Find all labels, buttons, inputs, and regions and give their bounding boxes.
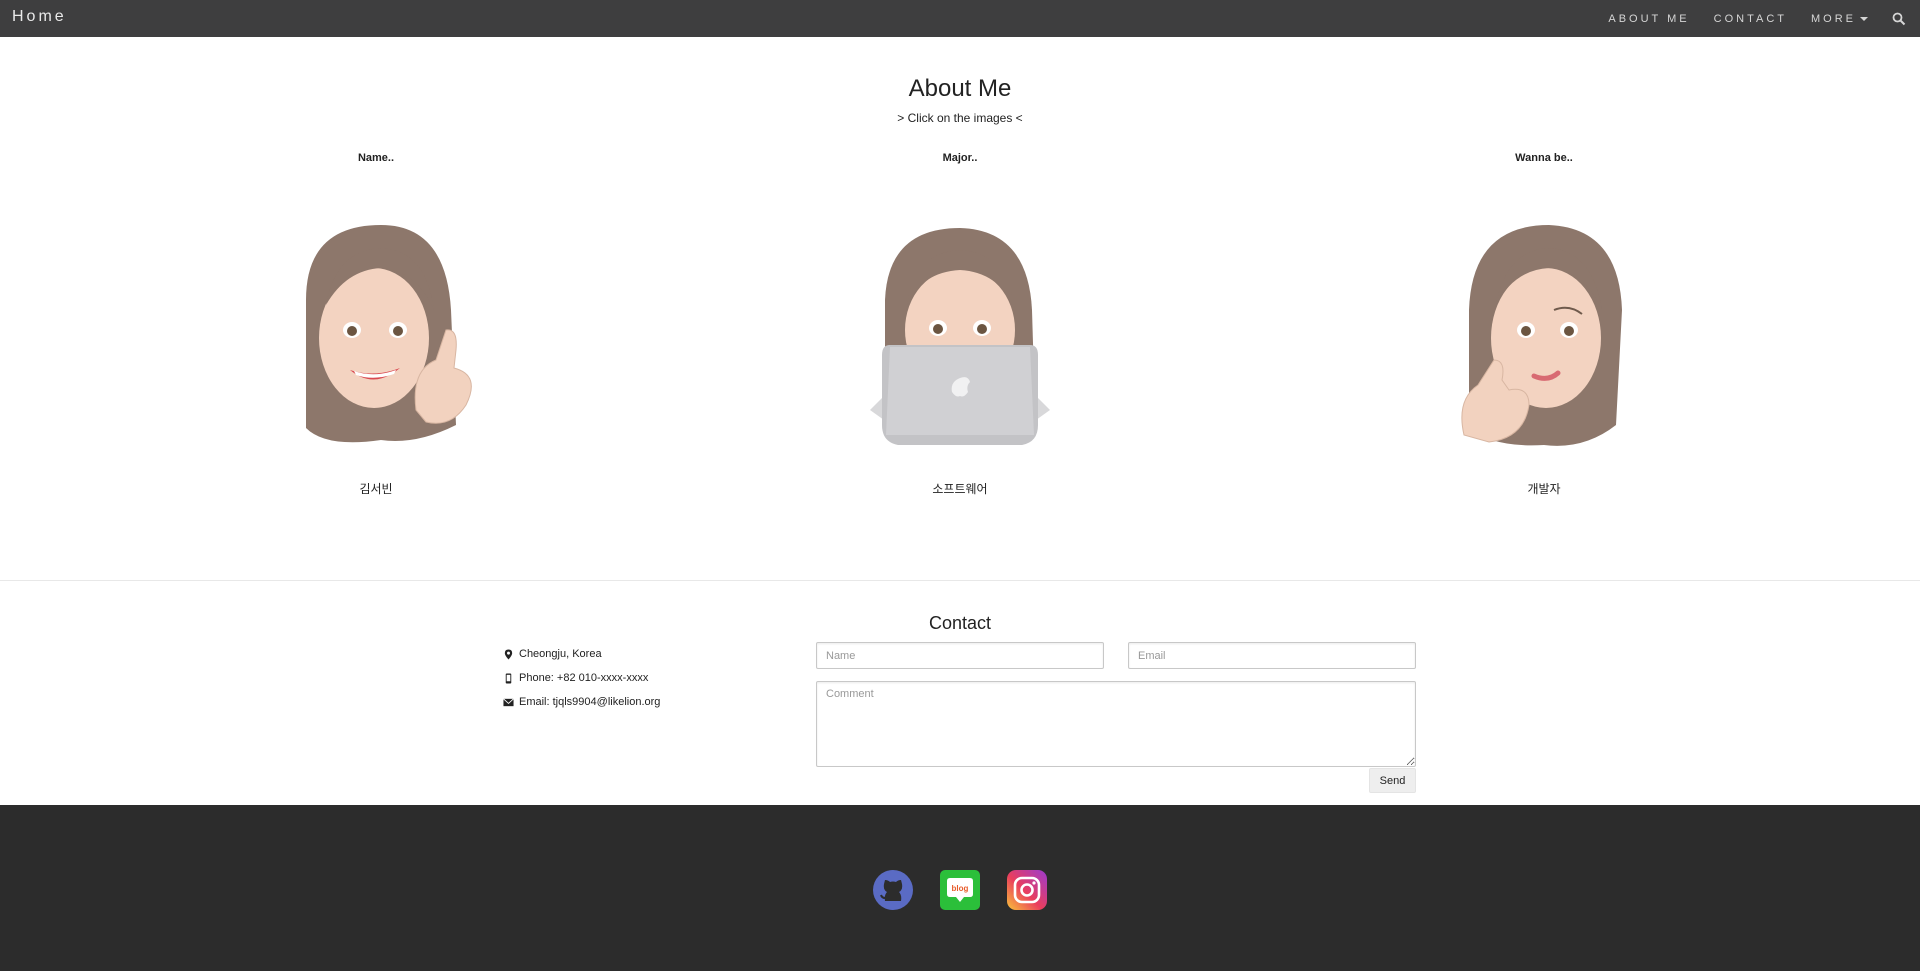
name-input[interactable] <box>816 642 1104 669</box>
instagram-icon[interactable] <box>1006 869 1048 911</box>
contact-location: Cheongju, Korea <box>503 642 660 666</box>
nav-more-label: MORE <box>1811 12 1856 25</box>
nav-about-me[interactable]: ABOUT ME <box>1608 13 1689 25</box>
email-input[interactable] <box>1128 642 1416 669</box>
column-heading: Wanna be.. <box>1515 152 1573 164</box>
footer: blog <box>0 805 1920 971</box>
column-caption: 김서빈 <box>359 482 393 496</box>
about-column-wanna-be: Wanna be.. 개발자 <box>1344 152 1744 497</box>
send-button[interactable]: Send <box>1369 768 1416 793</box>
home-brand-link[interactable]: Home <box>12 8 67 26</box>
about-column-major: Major.. 소프트웨어 <box>760 152 1160 497</box>
contact-email: Email: tjqls9904@likelion.org <box>503 690 660 714</box>
nav-contact[interactable]: CONTACT <box>1714 13 1787 25</box>
column-heading: Name.. <box>357 152 395 164</box>
about-column-name: Name.. 김서빈 <box>176 152 576 497</box>
memoji-thinking-image[interactable] <box>1434 210 1654 450</box>
column-caption: 소프트웨어 <box>932 482 988 496</box>
contact-phone: Phone: +82 010-xxxx-xxxx <box>503 666 660 690</box>
column-heading: Major.. <box>942 152 978 164</box>
contact-email-text: Email: tjqls9904@likelion.org <box>519 696 661 708</box>
about-subtitle: > Click on the images < <box>897 111 1023 125</box>
section-divider <box>0 580 1920 581</box>
svg-text:blog: blog <box>952 884 969 893</box>
contact-title: Contact <box>928 613 992 633</box>
caret-down-icon <box>1860 16 1868 21</box>
about-title: About Me <box>908 75 1012 102</box>
github-icon[interactable] <box>872 869 914 911</box>
column-caption: 개발자 <box>1527 482 1561 496</box>
phone-icon <box>505 672 512 684</box>
nav-more-dropdown[interactable]: MORE <box>1811 13 1868 25</box>
comment-textarea[interactable] <box>816 681 1416 767</box>
nav-menu: ABOUT ME CONTACT MORE <box>1608 0 1920 37</box>
envelope-icon <box>503 697 514 706</box>
map-marker-icon <box>504 648 513 660</box>
search-icon[interactable] <box>1892 12 1906 26</box>
navbar: Home ABOUT ME CONTACT MORE <box>0 0 1920 37</box>
contact-location-text: Cheongju, Korea <box>519 648 602 660</box>
contact-info: Cheongju, Korea Phone: +82 010-xxxx-xxxx… <box>503 642 660 714</box>
contact-phone-text: Phone: +82 010-xxxx-xxxx <box>519 672 649 684</box>
memoji-thumbs-up-image[interactable] <box>266 210 486 450</box>
memoji-laptop-image[interactable] <box>850 210 1070 450</box>
blog-icon[interactable]: blog <box>939 869 981 911</box>
